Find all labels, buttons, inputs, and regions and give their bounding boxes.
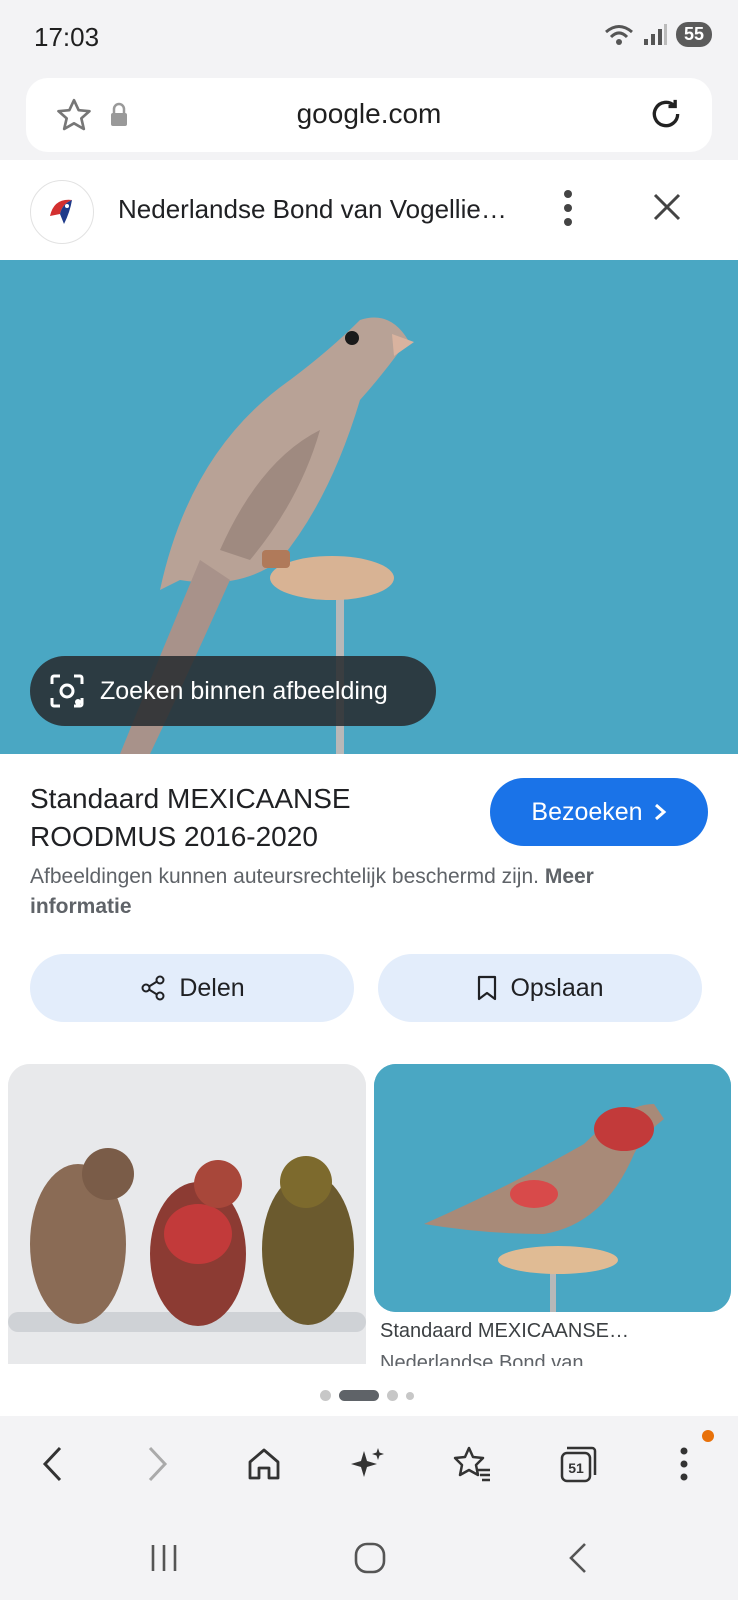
share-button[interactable]: Delen <box>30 954 354 1022</box>
search-in-image-button[interactable]: Zoeken binnen afbeelding <box>30 656 436 726</box>
reload-icon[interactable] <box>646 94 686 134</box>
recent-apps-button[interactable] <box>144 1538 184 1578</box>
tabs-icon: 51 <box>560 1446 597 1483</box>
carousel-dot <box>320 1390 331 1401</box>
related-image-2[interactable] <box>374 1064 731 1312</box>
ai-assist-button[interactable] <box>344 1440 392 1488</box>
main-image[interactable]: Zoeken binnen afbeelding <box>0 260 738 754</box>
wifi-icon <box>605 24 633 45</box>
recent-apps-icon <box>151 1545 177 1571</box>
home-button[interactable] <box>240 1440 288 1488</box>
status-icons: 55 <box>604 22 712 47</box>
home-circle-icon <box>354 1542 386 1574</box>
close-icon[interactable] <box>652 192 682 222</box>
visit-label: Bezoeken <box>531 797 643 826</box>
carousel-dot <box>406 1391 414 1400</box>
home-icon <box>248 1448 280 1480</box>
source-header: Nederlandse Bond van Vogellie… <box>0 160 738 260</box>
url-text[interactable]: google.com <box>26 98 712 130</box>
address-bar[interactable]: google.com <box>26 78 712 152</box>
share-label: Delen <box>179 973 245 1002</box>
status-time: 17:03 <box>34 22 100 52</box>
system-navigation <box>0 1512 738 1600</box>
forward-button[interactable] <box>134 1440 182 1488</box>
menu-dots-icon <box>680 1447 688 1481</box>
system-back-button[interactable] <box>558 1538 598 1578</box>
related-image-1[interactable] <box>8 1064 366 1364</box>
share-icon <box>141 975 165 1001</box>
browser-toolbar: 51 <box>0 1416 738 1512</box>
image-viewer: Nederlandse Bond van Vogellie… Zoeken bi… <box>0 160 738 1416</box>
signal-icon <box>643 23 667 45</box>
copyright-notice: Afbeeldingen kunnen auteursrechtelijk be… <box>30 862 690 922</box>
back-arrow-icon <box>569 1543 586 1573</box>
source-title[interactable]: Nederlandse Bond van Vogellie… <box>118 194 518 225</box>
page-title: Standaard MEXICAANSE ROODMUS 2016-2020 <box>30 783 351 852</box>
save-button[interactable]: Opslaan <box>378 954 702 1022</box>
notification-dot <box>702 1430 714 1442</box>
chevron-right-icon <box>654 803 666 821</box>
bookmark-icon <box>478 975 497 1001</box>
bookmarks-star-icon <box>453 1446 490 1482</box>
save-label: Opslaan <box>510 973 604 1002</box>
lens-icon <box>50 674 84 708</box>
source-logo <box>30 180 94 244</box>
tabs-count: 51 <box>568 1460 584 1476</box>
search-in-image-label: Zoeken binnen afbeelding <box>100 676 388 705</box>
tabs-button[interactable]: 51 <box>554 1440 602 1488</box>
carousel-indicator <box>320 1390 414 1401</box>
related-source-2: Nederlandse Bond van <box>380 1352 584 1366</box>
carousel-dot <box>387 1390 398 1401</box>
back-button[interactable] <box>28 1440 76 1488</box>
chevron-right-icon <box>148 1446 168 1482</box>
sparkle-icon <box>351 1448 384 1477</box>
copyright-text: Afbeeldingen kunnen auteursrechtelijk be… <box>30 865 539 888</box>
related-title-2[interactable]: Standaard MEXICAANSE… <box>380 1320 720 1343</box>
menu-button[interactable] <box>660 1440 708 1488</box>
chevron-left-icon <box>42 1446 62 1482</box>
home-system-button[interactable] <box>350 1538 390 1578</box>
battery-indicator: 55 <box>675 22 712 47</box>
visit-button[interactable]: Bezoeken <box>490 778 708 846</box>
more-options-icon[interactable] <box>562 188 574 228</box>
carousel-dot-active <box>339 1390 379 1401</box>
status-bar: 17:03 55 <box>0 0 738 78</box>
bookmarks-button[interactable] <box>448 1440 496 1488</box>
